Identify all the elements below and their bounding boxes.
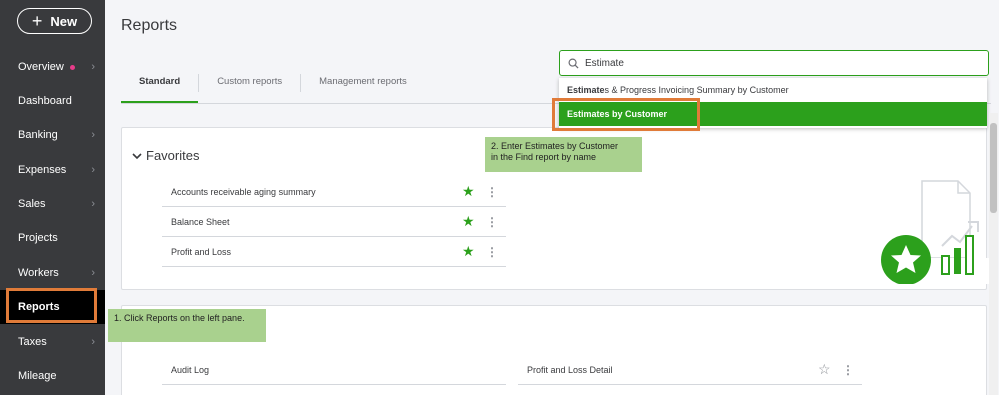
report-row: Balance Sheet ★ ⋮ — [162, 207, 506, 237]
notification-dot-icon — [69, 64, 75, 70]
report-link[interactable]: Profit and Loss — [162, 247, 231, 257]
search-result-item[interactable]: Estimate s & Progress Invoicing Summary b… — [559, 78, 987, 102]
sidebar-item-label: Dashboard — [18, 95, 72, 107]
sidebar-item-dashboard[interactable]: Dashboard — [0, 84, 105, 118]
search-results-dropdown: Estimate s & Progress Invoicing Summary b… — [559, 78, 987, 128]
sidebar-item-label: Banking — [18, 129, 58, 141]
tab-custom-reports[interactable]: Custom reports — [199, 66, 300, 104]
instruction-callout-step2: 2. Enter Estimates by Customer in the Fi… — [485, 137, 642, 172]
chevron-right-icon: › — [91, 129, 95, 141]
report-row: Audit Log — [162, 355, 506, 385]
sidebar-item-label: Mileage — [18, 370, 57, 382]
left-nav: + New Overview › Dashboard Banking › Exp… — [0, 0, 105, 395]
sidebar-item-label: Expenses — [18, 164, 67, 176]
report-link[interactable]: Profit and Loss Detail — [518, 365, 613, 375]
sidebar-item-workers[interactable]: Workers › — [0, 256, 105, 290]
sidebar-item-reports[interactable]: Reports — [0, 290, 105, 324]
sidebar-item-label: Sales — [18, 198, 46, 210]
sidebar-item-label: Taxes — [18, 336, 47, 348]
report-illustration-icon — [881, 180, 990, 284]
chevron-right-icon: › — [91, 267, 95, 279]
report-link[interactable]: Accounts receivable aging summary — [162, 187, 316, 197]
favorites-title: Favorites — [146, 148, 200, 163]
chevron-right-icon: › — [91, 336, 95, 348]
report-row: Accounts receivable aging summary ★ ⋮ — [162, 177, 506, 207]
page-title: Reports — [121, 17, 178, 34]
report-tabs: Standard Custom reports Management repor… — [121, 66, 425, 104]
instruction-callout-step1: 1. Click Reports on the left pane. — [108, 309, 266, 342]
more-options-icon[interactable]: ⋮ — [486, 215, 498, 229]
search-result-text: s & Progress Invoicing Summary by Custom… — [604, 85, 789, 95]
search-match-text: Estimate — [567, 85, 605, 95]
report-row: Profit and Loss Detail ☆ ⋮ — [518, 355, 862, 385]
report-row: Profit and Loss ★ ⋮ — [162, 237, 506, 267]
chevron-down-icon — [132, 152, 142, 159]
search-icon — [568, 58, 579, 69]
callout-text: 1. Click Reports on the left pane. — [114, 313, 245, 323]
star-outline-icon[interactable]: ☆ — [818, 361, 831, 378]
sidebar-item-label: Projects — [18, 232, 58, 244]
tab-management-reports[interactable]: Management reports — [301, 66, 425, 104]
search-result-estimates-by-customer[interactable]: Estimates by Customer — [559, 102, 987, 126]
search-input[interactable] — [585, 57, 965, 69]
more-options-icon[interactable]: ⋮ — [842, 363, 854, 377]
star-filled-icon[interactable]: ★ — [462, 183, 475, 200]
star-filled-icon[interactable]: ★ — [462, 213, 475, 230]
star-filled-icon[interactable]: ★ — [462, 243, 475, 260]
sidebar-item-expenses[interactable]: Expenses › — [0, 153, 105, 187]
sidebar-item-label: Workers — [18, 267, 59, 279]
more-options-icon[interactable]: ⋮ — [486, 245, 498, 259]
chevron-right-icon: › — [91, 198, 95, 210]
search-result-text: Estimates by Customer — [567, 109, 668, 119]
more-options-icon[interactable]: ⋮ — [486, 185, 498, 199]
favorites-toggle[interactable]: Favorites — [132, 148, 199, 163]
sidebar-item-label: Reports — [18, 301, 60, 313]
sidebar-item-overview[interactable]: Overview › — [0, 50, 105, 84]
scrollbar-thumb[interactable] — [990, 123, 997, 213]
callout-text: in the Find report by name — [491, 152, 597, 162]
plus-icon: + — [31, 11, 43, 31]
chevron-right-icon: › — [91, 164, 95, 176]
new-button-label: New — [50, 13, 78, 29]
chevron-right-icon: › — [91, 61, 95, 73]
find-report-search[interactable] — [559, 50, 989, 76]
sidebar-item-sales[interactable]: Sales › — [0, 187, 105, 221]
new-button[interactable]: + New — [17, 8, 92, 34]
report-link[interactable]: Balance Sheet — [162, 217, 230, 227]
callout-text: 2. Enter Estimates by Customer — [491, 141, 619, 151]
sidebar-item-taxes[interactable]: Taxes › — [0, 325, 105, 359]
report-link[interactable]: Audit Log — [162, 365, 209, 375]
tab-standard[interactable]: Standard — [121, 66, 199, 104]
sidebar-item-banking[interactable]: Banking › — [0, 118, 105, 152]
sidebar-item-label: Overview — [18, 61, 64, 73]
sidebar-item-mileage[interactable]: Mileage — [0, 359, 105, 393]
sidebar-item-projects[interactable]: Projects — [0, 221, 105, 255]
